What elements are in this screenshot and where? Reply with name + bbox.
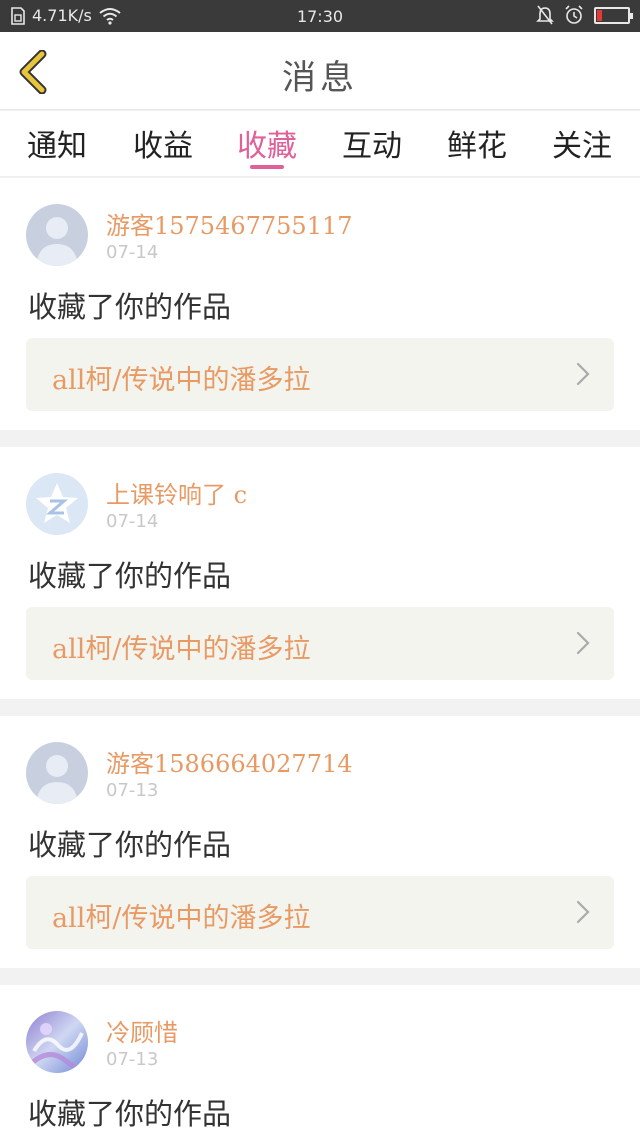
list-item: 上课铃响了 c 07-14 收藏了你的作品 all柯/传说中的潘多拉 (0, 447, 640, 699)
chevron-right-icon (576, 362, 590, 386)
mute-bell-icon (536, 5, 554, 25)
battery-level (597, 9, 602, 21)
tab-bar: 通知 收益 收藏 互动 鲜花 关注 (0, 111, 640, 177)
work-title: all柯/传说中的潘多拉 (52, 903, 311, 934)
work-link[interactable]: all柯/传说中的潘多拉 (26, 876, 614, 949)
tab-flowers[interactable]: 鲜花 (432, 121, 522, 165)
list-item: 冷顾惜 07-13 收藏了你的作品 (0, 985, 640, 1138)
list-item: 游客1586664027714 07-13 收藏了你的作品 all柯/传说中的潘… (0, 716, 640, 968)
tab-notifications[interactable]: 通知 (12, 121, 102, 165)
username[interactable]: 游客1575467755117 (106, 206, 353, 241)
page-title: 消息 (282, 58, 358, 98)
avatar[interactable] (26, 473, 88, 535)
action-text: 收藏了你的作品 (28, 290, 232, 324)
tab-interactions[interactable]: 互动 (327, 121, 417, 165)
work-link[interactable]: all柯/传说中的潘多拉 (26, 338, 614, 411)
action-text: 收藏了你的作品 (28, 1097, 232, 1131)
default-avatar-icon (26, 204, 88, 266)
status-right (536, 5, 633, 25)
username[interactable]: 游客1586664027714 (106, 744, 353, 779)
alarm-icon (565, 5, 583, 24)
action-text: 收藏了你的作品 (28, 559, 232, 593)
work-title: all柯/传说中的潘多拉 (52, 365, 311, 396)
avatar[interactable] (26, 742, 88, 804)
list-item: 游客1575467755117 07-14 收藏了你的作品 all柯/传说中的潘… (0, 178, 640, 430)
work-link[interactable]: all柯/传说中的潘多拉 (26, 607, 614, 680)
tab-following[interactable]: 关注 (537, 121, 627, 165)
action-text: 收藏了你的作品 (28, 828, 232, 862)
header: 消息 (0, 32, 640, 110)
status-bar: 4.71K/s 17:30 (0, 0, 640, 32)
username[interactable]: 上课铃响了 c (106, 475, 247, 510)
photo-avatar-icon (26, 1011, 88, 1073)
battery-icon (594, 6, 633, 24)
tab-earnings[interactable]: 收益 (118, 121, 208, 165)
tab-active-indicator (250, 165, 284, 169)
work-title: all柯/传说中的潘多拉 (52, 634, 311, 665)
qzone-avatar-icon (26, 473, 88, 535)
username[interactable]: 冷顾惜 (106, 1013, 178, 1048)
date: 07-13 (106, 1049, 159, 1070)
chevron-right-icon (576, 631, 590, 655)
avatar[interactable] (26, 1011, 88, 1073)
date: 07-13 (106, 780, 159, 801)
date: 07-14 (106, 242, 159, 263)
tab-favorites[interactable]: 收藏 (222, 121, 312, 165)
avatar[interactable] (26, 204, 88, 266)
chevron-right-icon (576, 900, 590, 924)
date: 07-14 (106, 511, 159, 532)
default-avatar-icon (26, 742, 88, 804)
